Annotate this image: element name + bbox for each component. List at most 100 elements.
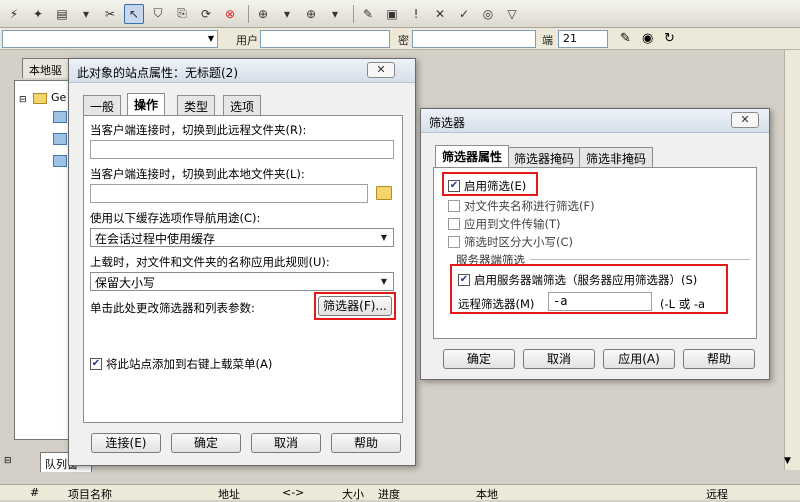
tab-filter-mask-label: 筛选器掩码	[514, 152, 575, 166]
upload-icon[interactable]: ⊕	[301, 4, 321, 24]
tab-general-label: 一般	[90, 100, 115, 114]
chevron-down-icon[interactable]: ▼	[784, 456, 791, 466]
server-filter-highlight	[450, 264, 728, 314]
dropdown-arrow-icon[interactable]: ▾	[277, 4, 297, 24]
local-drive-tab[interactable]: 本地驱	[22, 58, 74, 78]
refresh-icon[interactable]: ⟳	[196, 4, 216, 24]
drive-icon[interactable]	[53, 111, 67, 123]
chevron-down-icon[interactable]: ▼	[377, 274, 391, 289]
cache-label: 使用以下缓存选项作导航用途(C):	[90, 211, 261, 225]
queue-icon[interactable]: ⎘	[172, 4, 192, 24]
drive-icon[interactable]	[53, 133, 67, 145]
right-scrollbar[interactable]	[784, 50, 800, 470]
tab-actions-label: 操作	[134, 98, 159, 112]
filter-hint: 单击此处更改筛选器和列表参数:	[90, 301, 255, 315]
close-icon[interactable]: ✕	[731, 112, 759, 128]
actions-panel: 当客户端连接时，切换到此远程文件夹(R): 当客户端连接时，切换到此本地文件夹(…	[83, 115, 403, 423]
enable-filter-highlight	[442, 172, 538, 196]
sync-icon[interactable]: ◎	[478, 4, 498, 24]
filter-cancel-button[interactable]: 取消	[523, 349, 595, 369]
browse-folder-icon[interactable]	[376, 186, 392, 200]
queue-header: # 项目名称 地址 <-> 大小 进度 本地 远程	[0, 484, 800, 501]
tab-filter-mask[interactable]: 筛选器掩码	[507, 147, 582, 167]
upload-rule-select[interactable]: 保留大小写 ▼	[90, 272, 394, 291]
disconnect-icon[interactable]: ✂	[100, 4, 120, 24]
port-value: 21	[563, 32, 577, 45]
filter-folder-names-row[interactable]: 对文件夹名称进行筛选(F)	[448, 198, 595, 214]
view-icon[interactable]: ▣	[382, 4, 402, 24]
queue-col-num[interactable]: #	[30, 486, 39, 499]
filter-properties-panel: ✔ 启用筛选(E) 对文件夹名称进行筛选(F) 应用到文件传输(T) 筛选时区分…	[433, 167, 757, 339]
queue-col-direction[interactable]: <->	[282, 486, 304, 499]
chevron-down-icon[interactable]: ▼	[377, 230, 391, 245]
case-sensitive-row[interactable]: 筛选时区分大小写(C)	[448, 234, 573, 250]
filter-help-button[interactable]: 帮助	[683, 349, 755, 369]
case-sensitive-label: 筛选时区分大小写(C)	[464, 235, 574, 249]
help-button[interactable]: 帮助	[331, 433, 401, 453]
collapse-icon[interactable]: ⊟	[4, 456, 12, 466]
wand-icon[interactable]: ✦	[28, 4, 48, 24]
close-icon[interactable]: ✕	[367, 62, 395, 78]
password-field[interactable]	[412, 30, 536, 48]
toolbar-separator	[353, 4, 354, 23]
connect-icon[interactable]: ⚡	[4, 4, 24, 24]
new-document-icon[interactable]: ▤	[52, 4, 72, 24]
case-sensitive-checkbox[interactable]	[448, 236, 460, 248]
options-icon[interactable]: ▽	[502, 4, 522, 24]
filter-button-highlight	[314, 292, 396, 320]
port-label: 端	[542, 34, 553, 47]
user-label: 用户	[236, 34, 258, 47]
filter-dialog: 筛选器 ✕ 筛选器属性 筛选器掩码 筛选非掩码 ✔ 启用筛选(E) 对文件夹名称…	[420, 108, 770, 380]
port-field[interactable]: 21	[558, 30, 608, 48]
refresh-icon[interactable]: ↻	[664, 31, 675, 46]
folder-tree[interactable]: ⊟ Ge	[14, 80, 74, 440]
tab-options-label: 选项	[230, 100, 255, 114]
expand-icon[interactable]: ⊟	[19, 95, 27, 105]
download-icon[interactable]: ⊕	[253, 4, 273, 24]
filter-ok-button[interactable]: 确定	[443, 349, 515, 369]
connect-button[interactable]: 连接(E)	[91, 433, 161, 453]
stop-icon[interactable]: ⊗	[220, 4, 240, 24]
cancel-button[interactable]: 取消	[251, 433, 321, 453]
add-menu-label: 将此站点添加到右键上载菜单(A)	[106, 357, 273, 371]
password-label: 密	[398, 34, 409, 47]
tab-options[interactable]: 选项	[223, 95, 262, 115]
add-menu-checkbox[interactable]: ✔	[90, 358, 102, 370]
filter-apply-button[interactable]: 应用(A)	[603, 349, 675, 369]
main-toolbar: ⚡ ✦ ▤ ▾ ✂ ↖ ⛉ ⎘ ⟳ ⊗ ⊕ ▾ ⊕ ▾ ✎ ▣ ! ✕ ✓ ◎ …	[0, 0, 800, 28]
tree-item-label[interactable]: Ge	[51, 91, 66, 104]
apply-transfer-label: 应用到文件传输(T)	[464, 217, 561, 231]
remote-folder-input[interactable]	[90, 140, 394, 159]
filter-icon[interactable]: ⛉	[148, 4, 168, 24]
drive-icon[interactable]	[53, 155, 67, 167]
site-properties-dialog: 此对象的站点属性：无标题(2) ✕ 一般 操作 类型 选项 当客户端连接时，切换…	[68, 58, 416, 466]
properties-icon[interactable]: ✓	[454, 4, 474, 24]
local-drive-tab-label: 本地驱	[29, 64, 62, 77]
edit-icon[interactable]: ✎	[358, 4, 378, 24]
tab-type[interactable]: 类型	[177, 95, 216, 115]
delete-icon[interactable]: ✕	[430, 4, 450, 24]
add-menu-checkbox-row[interactable]: ✔ 将此站点添加到右键上载菜单(A)	[90, 356, 272, 372]
wand-icon[interactable]: ✎	[620, 31, 631, 46]
local-folder-input[interactable]	[90, 184, 368, 203]
transfer-mode-icon[interactable]: ↖	[124, 3, 144, 24]
tab-actions[interactable]: 操作	[127, 93, 166, 115]
help-circle-icon[interactable]: ◉	[642, 31, 653, 46]
tab-filter-non-mask[interactable]: 筛选非掩码	[579, 147, 654, 167]
apply-transfer-checkbox[interactable]	[448, 218, 460, 230]
tab-general[interactable]: 一般	[83, 95, 122, 115]
connection-bar: ▼ 用户 密 端 21 ✎ ◉ ↻	[0, 28, 800, 50]
exclamation-icon[interactable]: !	[406, 4, 426, 24]
ok-button[interactable]: 确定	[171, 433, 241, 453]
tab-filter-properties-label: 筛选器属性	[442, 150, 503, 164]
filter-folder-names-checkbox[interactable]	[448, 200, 460, 212]
tab-filter-properties[interactable]: 筛选器属性	[435, 145, 510, 167]
upload-rule-label: 上载时，对文件和文件夹的名称应用此规则(U):	[90, 255, 330, 269]
host-field[interactable]: ▼	[2, 30, 218, 48]
dropdown-arrow-icon[interactable]: ▾	[325, 4, 345, 24]
dropdown-arrow-icon[interactable]: ▾	[76, 4, 96, 24]
cache-select[interactable]: 在会话过程中使用缓存 ▼	[90, 228, 394, 247]
user-field[interactable]	[260, 30, 390, 48]
apply-transfer-row[interactable]: 应用到文件传输(T)	[448, 216, 561, 232]
chevron-down-icon[interactable]: ▼	[208, 31, 214, 47]
